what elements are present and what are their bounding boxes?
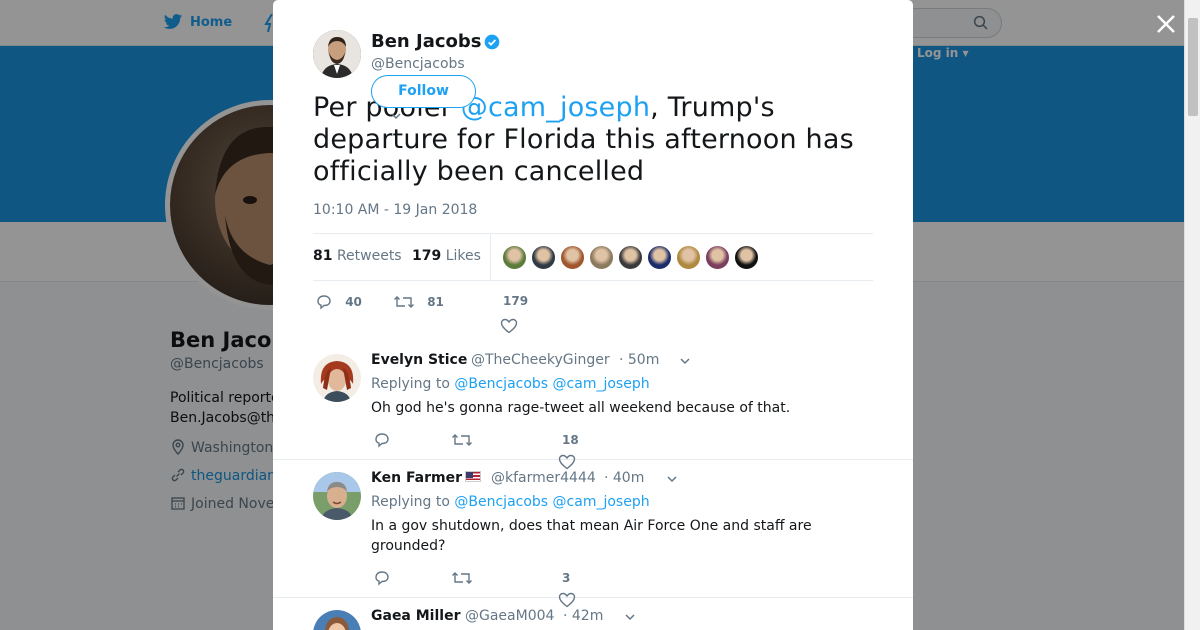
liker-avatar[interactable] [734, 245, 759, 270]
like-count[interactable]: 179 [503, 294, 528, 308]
replying-to-label: Replying to [371, 494, 450, 510]
scrollbar-thumb[interactable] [1188, 18, 1198, 116]
author-avatar-graphic [313, 30, 361, 78]
liker-avatar[interactable] [705, 245, 730, 270]
close-icon[interactable] [1154, 12, 1178, 36]
reply-avatar[interactable] [313, 354, 361, 402]
likes-label: Likes [445, 248, 481, 264]
us-flag-icon [465, 471, 482, 482]
liker-avatar[interactable] [676, 245, 701, 270]
scrollbar[interactable] [1184, 0, 1200, 630]
reply-author-name[interactable]: Evelyn Stice [371, 352, 467, 368]
reply-avatar-graphic [313, 354, 361, 402]
reply-avatar-graphic [313, 472, 361, 520]
retweet-count: 81 [427, 294, 444, 309]
retweet-icon[interactable] [451, 432, 473, 448]
author-name[interactable]: Ben Jacobs [371, 31, 482, 52]
replying-to-label: Replying to [371, 376, 450, 392]
reply-like-count[interactable]: 3 [562, 571, 570, 585]
likes-stat[interactable]: 179 Likes [412, 248, 481, 264]
liker-avatar[interactable] [502, 245, 527, 270]
reply-icon[interactable] [373, 432, 391, 448]
chevron-down-icon[interactable] [624, 611, 636, 623]
reply-avatar[interactable] [313, 472, 361, 520]
liker-avatar[interactable] [647, 245, 672, 270]
reply-tweet[interactable]: Ken Farmer @kfarmer4444 · 40m Replying t… [273, 460, 913, 608]
chevron-down-icon[interactable] [390, 110, 402, 122]
reply-button[interactable]: 40 [315, 294, 362, 310]
reply-avatar[interactable] [313, 610, 361, 630]
verified-badge-icon [484, 34, 500, 50]
reply-like-count[interactable]: 18 [562, 433, 579, 447]
reply-author-name[interactable]: Gaea Miller [371, 608, 460, 624]
reply-author-handle[interactable]: @kfarmer4444 [491, 470, 596, 486]
reply-count: 40 [345, 294, 362, 309]
reply-text: In a gov shutdown, does that mean Air Fo… [371, 518, 812, 554]
stats-divider [490, 234, 491, 280]
author-handle[interactable]: @Bencjacobs [371, 56, 465, 72]
reply-author-handle[interactable]: @TheCheekyGinger [471, 352, 610, 368]
liker-avatar[interactable] [618, 245, 643, 270]
liker-avatar[interactable] [589, 245, 614, 270]
tweet-modal: Ben Jacobs @Bencjacobs Per pooler @cam_j… [273, 0, 913, 630]
liker-avatar[interactable] [531, 245, 556, 270]
tweet-mention-link[interactable]: @cam_joseph [461, 92, 650, 123]
heart-icon[interactable] [500, 318, 518, 334]
tweet-timestamp[interactable]: 10:10 AM - 19 Jan 2018 [313, 202, 477, 218]
retweet-button[interactable]: 81 [393, 294, 444, 310]
reply-timestamp[interactable]: · 42m [563, 608, 603, 624]
follow-button[interactable]: Follow [371, 75, 476, 108]
reply-tweet[interactable]: Gaea Miller @GaeaM004 · 42m [273, 598, 913, 630]
reply-author-handle[interactable]: @GaeaM004 [465, 608, 554, 624]
reply-timestamp[interactable]: · 40m [604, 470, 644, 486]
tweet-stats: 81 Retweets 179 Likes [313, 233, 873, 281]
retweets-count: 81 [313, 248, 333, 264]
reply-author-name-text: Ken Farmer [371, 470, 463, 486]
replying-to-line: Replying to @Bencjacobs @cam_joseph [371, 376, 650, 392]
reply-icon[interactable] [373, 570, 391, 586]
reply-text: Oh god he's gonna rage-tweet all weekend… [371, 400, 791, 416]
author-avatar[interactable] [313, 30, 361, 78]
replying-to-mentions[interactable]: @Bencjacobs @cam_joseph [454, 494, 649, 510]
reply-avatar-graphic [313, 610, 361, 630]
retweets-stat[interactable]: 81 Retweets [313, 248, 402, 264]
reply-icon [317, 295, 331, 310]
replying-to-line: Replying to @Bencjacobs @cam_joseph [371, 494, 650, 510]
liker-avatar[interactable] [560, 245, 585, 270]
reply-author-name[interactable]: Ken Farmer [371, 470, 484, 486]
chevron-down-icon[interactable] [679, 355, 691, 367]
likes-count: 179 [412, 248, 442, 264]
retweet-icon[interactable] [451, 570, 473, 586]
retweet-icon [394, 296, 414, 308]
reply-timestamp[interactable]: · 50m [619, 352, 659, 368]
reply-tweet[interactable]: Evelyn Stice @TheCheekyGinger · 50m Repl… [273, 342, 913, 470]
replying-to-mentions[interactable]: @Bencjacobs @cam_joseph [454, 376, 649, 392]
chevron-down-icon[interactable] [666, 473, 678, 485]
retweets-label: Retweets [336, 248, 402, 264]
